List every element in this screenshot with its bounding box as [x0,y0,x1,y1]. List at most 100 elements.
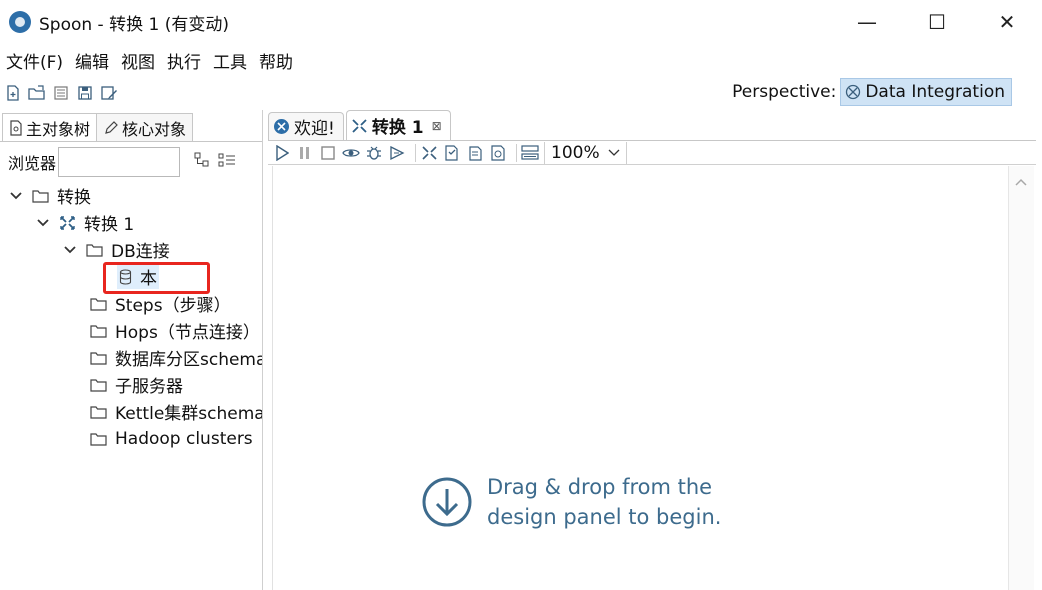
editor-area: 欢迎! 转换 1 ⊠ 100% Drag & drop from the des… [268,110,1036,590]
toolbar-separator [516,143,517,162]
sql-generate-icon[interactable] [466,144,484,162]
tree-item-transformation-1[interactable]: 转换 1 [0,209,262,236]
tree-item-slave-servers[interactable]: 子服务器 [0,371,262,398]
tab-transformation-label: 转换 1 [371,118,424,138]
toolbar-separator [415,143,416,162]
browser-search-input[interactable] [58,147,181,177]
tree-item-hops[interactable]: Hops（节点连接） [0,317,262,344]
tree-item-transformations[interactable]: 转换 [0,182,262,209]
menu-view[interactable]: 视图 [119,48,163,73]
perspective-data-integration-button[interactable]: Data Integration [840,78,1012,106]
verify-icon[interactable] [420,144,438,162]
explorer-panel: 主对象树 核心对象 浏览器 转换 转换 1 DB连接 本 Steps（步骤） H… [0,110,263,590]
spoon-logo-icon [274,119,289,134]
menu-tools[interactable]: 工具 [211,48,255,73]
hint-line-1: Drag & drop from the [487,475,713,499]
pencil-icon [105,120,118,134]
folder-icon [90,351,107,365]
tree-item-label: DB连接 [111,242,170,262]
window-controls: — ☐ ✕ [832,0,1042,44]
tree-item-label: 转换 1 [84,215,135,235]
pause-icon[interactable] [296,144,314,162]
tab-core-objects-label: 核心对象 [122,119,187,139]
chevron-down-icon [608,146,620,160]
tree-item-db-connections[interactable]: DB连接 [0,236,262,263]
save-as-icon[interactable] [100,84,118,102]
preview-eye-icon[interactable] [342,144,360,162]
chevron-down-icon[interactable] [35,215,51,231]
perspective-value: Data Integration [865,82,1005,102]
browser-search-row: 浏览器 [0,142,262,182]
collapse-tree-icon[interactable] [194,152,210,172]
folder-icon [90,378,107,392]
explore-repository-icon[interactable] [52,84,70,102]
transformation-toolbar: 100% [268,141,1036,165]
object-tree: 转换 转换 1 DB连接 本 Steps（步骤） Hops（节点连接） 数据库分… [0,182,262,452]
menu-bar: 文件(F) 编辑 视图 执行 工具 帮助 [0,44,1042,76]
arrow-down-circle-icon [422,477,472,527]
title-bar: Spoon - 转换 1 (有变动) — ☐ ✕ [0,0,1042,44]
tab-core-objects[interactable]: 核心对象 [96,113,194,141]
main-toolbar: Perspective: Data Integration [0,78,1042,108]
show-results-icon[interactable] [521,144,539,162]
menu-help[interactable]: 帮助 [257,48,301,73]
editor-tabs: 欢迎! 转换 1 ⊠ [268,110,1036,141]
tree-item-partition-schemas[interactable]: 数据库分区schema [0,344,262,371]
minimize-button[interactable]: — [832,0,902,44]
tree-item-steps[interactable]: Steps（步骤） [0,290,262,317]
chevron-up-icon[interactable] [1015,174,1027,190]
drag-drop-hint: Drag & drop from the design panel to beg… [421,472,721,532]
drag-drop-text: Drag & drop from the design panel to beg… [487,472,721,532]
tab-welcome[interactable]: 欢迎! [268,112,344,140]
browser-label: 浏览器 [8,154,57,173]
canvas-vertical-scrollbar[interactable] [1008,166,1034,590]
run-icon[interactable] [273,144,291,162]
highlight-annotation-box [103,262,210,294]
tab-close-icon[interactable]: ⊠ [432,119,442,133]
folder-icon [90,432,107,446]
zoom-select[interactable]: 100% [544,141,627,164]
menu-run[interactable]: 执行 [165,48,209,73]
hint-line-2: design panel to begin. [487,505,722,529]
tree-item-label: Kettle集群schema [115,404,262,424]
tab-main-tree[interactable]: 主对象树 [2,113,98,141]
tree-item-label: 子服务器 [115,377,183,397]
data-integration-icon [846,84,861,100]
document-icon [10,119,22,136]
tree-item-label: Steps（步骤） [115,296,231,316]
chevron-down-icon[interactable] [8,188,24,204]
menu-file[interactable]: 文件(F) [4,48,71,73]
design-canvas[interactable]: Drag & drop from the design panel to beg… [272,166,1034,590]
tree-item-hadoop-clusters[interactable]: Hadoop clusters [0,425,262,452]
tab-welcome-label: 欢迎! [294,119,335,139]
maximize-button[interactable]: ☐ [902,0,972,44]
stop-icon[interactable] [319,144,337,162]
close-button[interactable]: ✕ [972,0,1042,44]
tab-transformation-1[interactable]: 转换 1 ⊠ [345,110,451,140]
folder-icon [32,189,49,203]
replay-icon[interactable] [388,144,406,162]
save-icon[interactable] [76,84,94,102]
transformation-icon [59,215,76,231]
impact-analysis-icon[interactable] [443,144,461,162]
open-folder-icon[interactable] [28,84,46,102]
explore-db-icon[interactable] [489,144,507,162]
folder-icon [90,405,107,419]
folder-icon [86,243,103,257]
tree-item-kettle-cluster-schemas[interactable]: Kettle集群schema [0,398,262,425]
chevron-down-icon[interactable] [62,242,78,258]
tab-main-tree-label: 主对象树 [26,119,91,139]
debug-bug-icon[interactable] [365,144,383,162]
zoom-value: 100% [551,142,600,163]
window-title: Spoon - 转换 1 (有变动) [39,14,229,35]
expand-tree-icon[interactable] [218,152,236,172]
transformation-icon [352,118,367,133]
tree-item-label: 数据库分区schema [115,350,262,370]
tree-item-label: 转换 [57,188,91,208]
new-file-icon[interactable] [4,84,22,102]
perspective-switcher: Perspective: Data Integration [732,78,1012,106]
folder-icon [90,297,107,311]
explorer-tabs: 主对象树 核心对象 [0,110,262,142]
tree-actions [194,152,236,172]
menu-edit[interactable]: 编辑 [73,48,117,73]
